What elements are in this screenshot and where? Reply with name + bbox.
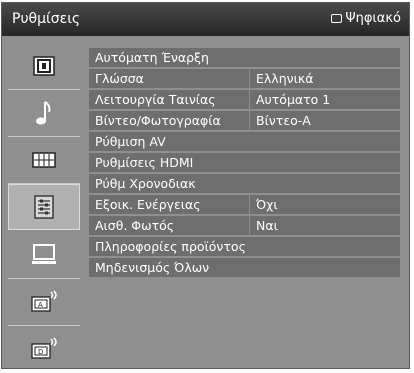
settings-menu: Αυτόματη Έναρξη Γλώσσα Ελληνικά Λειτουργ… (89, 48, 400, 279)
menu-row-movie-mode[interactable]: Λειτουργία Ταινίας Αυτόματο 1 (89, 90, 400, 109)
menu-row-label: Ρύθμιση AV (95, 134, 166, 149)
sidebar-item-digital-tuning[interactable]: D (8, 326, 80, 368)
video-grid-icon (32, 152, 56, 168)
menu-row-value: Αυτόματο 1 (256, 92, 331, 107)
menu-row-hdmi-settings[interactable]: Ρυθμίσεις HDMI (89, 153, 400, 172)
source-indicator: Ψηφιακό (331, 11, 401, 26)
menu-row-power-save[interactable]: Εξοικ. Ενέργειας Όχι (89, 195, 400, 214)
menu-row-value: Ναι (256, 218, 278, 233)
settings-list-icon (34, 195, 54, 219)
menu-row-label: Εξοικ. Ενέργειας (95, 197, 201, 212)
sidebar-item-monitor[interactable] (8, 232, 80, 279)
divider (249, 90, 250, 109)
svg-text:A: A (38, 301, 43, 309)
menu-row-light-sensor[interactable]: Αισθ. Φωτός Ναι (89, 216, 400, 235)
tuning-a-icon: A (31, 290, 57, 312)
divider (249, 216, 250, 235)
menu-row-timer-settings[interactable]: Ρύθμ Χρονοδιακ (89, 174, 400, 193)
sidebar-item-music[interactable] (8, 90, 80, 137)
svg-text:D: D (38, 348, 43, 356)
divider (249, 111, 250, 130)
picture-icon (33, 56, 55, 76)
title-bar: Ρυθμίσεις Ψηφιακό (2, 3, 409, 36)
menu-row-label: Ρυθμίσεις HDMI (95, 155, 194, 170)
music-note-icon (36, 101, 51, 125)
divider (249, 195, 250, 214)
menu-row-label: Αυτόματη Έναρξη (95, 50, 209, 65)
menu-row-label: Γλώσσα (95, 71, 144, 86)
sidebar-item-settings[interactable] (8, 184, 80, 230)
menu-row-label: Λειτουργία Ταινίας (95, 92, 216, 107)
monitor-icon (32, 244, 56, 264)
menu-row-label: Μηδενισμός Όλων (95, 260, 210, 275)
menu-row-label: Ρύθμ Χρονοδιακ (95, 176, 196, 191)
settings-window: Ρυθμίσεις Ψηφιακό A D Αυτόματη Έναρξη Γλ… (1, 2, 410, 369)
menu-row-av-setup[interactable]: Ρύθμιση AV (89, 132, 400, 151)
page-title: Ρυθμίσεις (12, 11, 81, 27)
menu-row-value: Όχι (256, 197, 278, 212)
menu-row-language[interactable]: Γλώσσα Ελληνικά (89, 69, 400, 88)
menu-row-video-photo[interactable]: Βίντεο/Φωτογραφία Βίντεο-Α (89, 111, 400, 130)
tv-icon (331, 14, 343, 23)
sidebar-item-picture[interactable] (8, 43, 80, 90)
menu-row-auto-start[interactable]: Αυτόματη Έναρξη (89, 48, 400, 67)
sidebar-item-video[interactable] (8, 137, 80, 184)
menu-row-reset-all[interactable]: Μηδενισμός Όλων (89, 258, 400, 277)
menu-row-label: Βίντεο/Φωτογραφία (95, 113, 221, 128)
source-label: Ψηφιακό (345, 11, 401, 26)
menu-row-value: Ελληνικά (256, 71, 314, 86)
menu-row-value: Βίντεο-Α (256, 113, 311, 128)
divider (249, 69, 250, 88)
sidebar-item-analog-tuning[interactable]: A (8, 279, 80, 326)
tuning-d-icon: D (31, 337, 57, 359)
menu-row-label: Πληροφορίες προϊόντος (95, 239, 246, 254)
menu-row-label: Αισθ. Φωτός (95, 218, 175, 233)
menu-row-product-info[interactable]: Πληροφορίες προϊόντος (89, 237, 400, 256)
category-sidebar: A D (8, 43, 80, 368)
